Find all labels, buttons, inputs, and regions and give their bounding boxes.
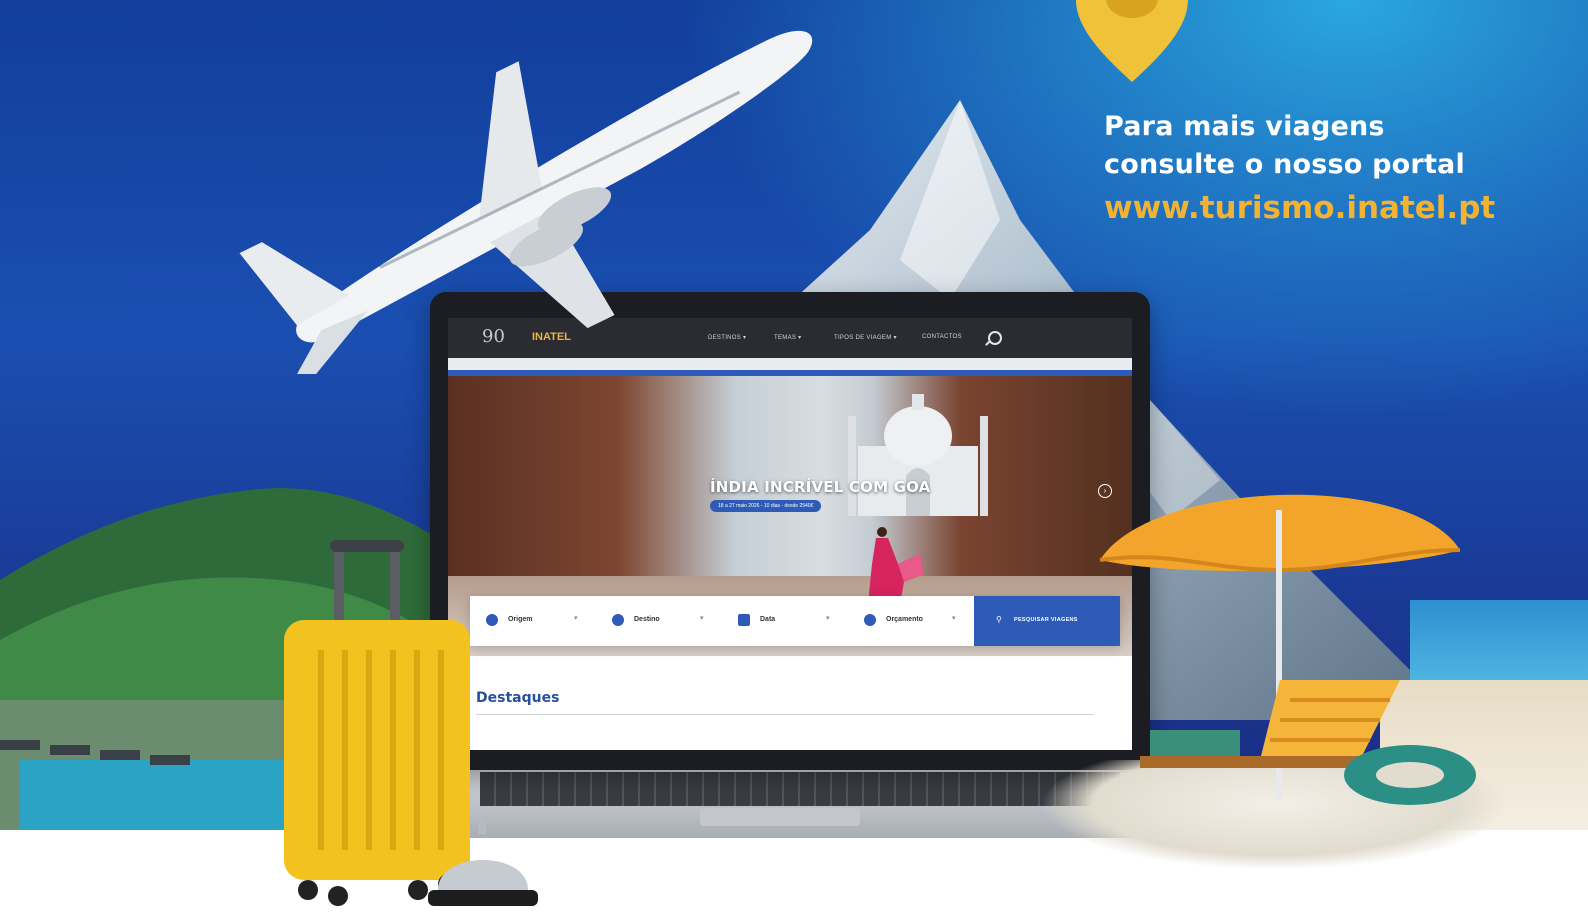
date-select[interactable]: Data ▾ [722,596,848,646]
nav-contactos[interactable]: CONTACTOS [922,334,962,340]
airplane-image [239,30,813,374]
destination-label: Destino [634,616,660,623]
search-trips-label: PESQUISAR VIAGENS [1014,617,1078,623]
hero-title: ÍNDIA INCRÍVEL COM GOA [710,478,931,496]
chevron-down-icon: ▾ [826,615,830,622]
laptop-screen: 90 INATEL DESTINOS ▾ TEMAS ▾ TIPOS DE VI… [448,318,1132,750]
trip-search-box: Origem ▾ Destino ▾ Data ▾ Orçamento ▾ ⚲ … [470,596,1120,646]
location-pin-icon [1076,0,1188,82]
laptop-keyboard [480,772,1120,806]
budget-select[interactable]: Orçamento ▾ [848,596,974,646]
search-icon: ⚲ [996,615,1002,624]
pool-image [0,700,300,830]
origin-select[interactable]: Origem ▾ [470,596,596,646]
ad-scene: Para mais viagens consulte o nosso porta… [0,0,1588,924]
laptop-trackpad [700,808,860,826]
date-label: Data [760,616,776,623]
woman-in-sari-image [868,527,924,604]
chevron-down-icon: ▾ [574,615,578,622]
service-bell-image [428,820,538,906]
euro-icon [864,614,876,626]
list-icon [486,614,498,626]
promo-line-2: consulte o nosso portal [1104,149,1465,180]
calendar-icon [738,614,750,626]
section-title: Destaques [476,690,560,706]
promo-text: Para mais viagens consulte o nosso porta… [1104,108,1495,230]
search-icon[interactable] [988,331,1002,345]
chevron-down-icon: ▾ [952,615,956,622]
promo-url[interactable]: www.turismo.inatel.pt [1104,186,1495,230]
destination-select[interactable]: Destino ▾ [596,596,722,646]
chevron-down-icon: ▾ [700,615,704,622]
origin-label: Origem [508,616,533,623]
hero-subtitle: 18 a 27 maio 2026 - 10 dias - desde 2540… [710,500,822,512]
section-divider [476,714,1094,715]
promo-line-1: Para mais viagens [1104,111,1385,142]
hero-banner[interactable]: ÍNDIA INCRÍVEL COM GOA 18 a 27 maio 2026… [448,376,1132,656]
taj-mahal-image [848,394,988,516]
swim-ring-image [1344,745,1476,805]
globe-icon [612,614,624,626]
budget-label: Orçamento [886,616,923,623]
